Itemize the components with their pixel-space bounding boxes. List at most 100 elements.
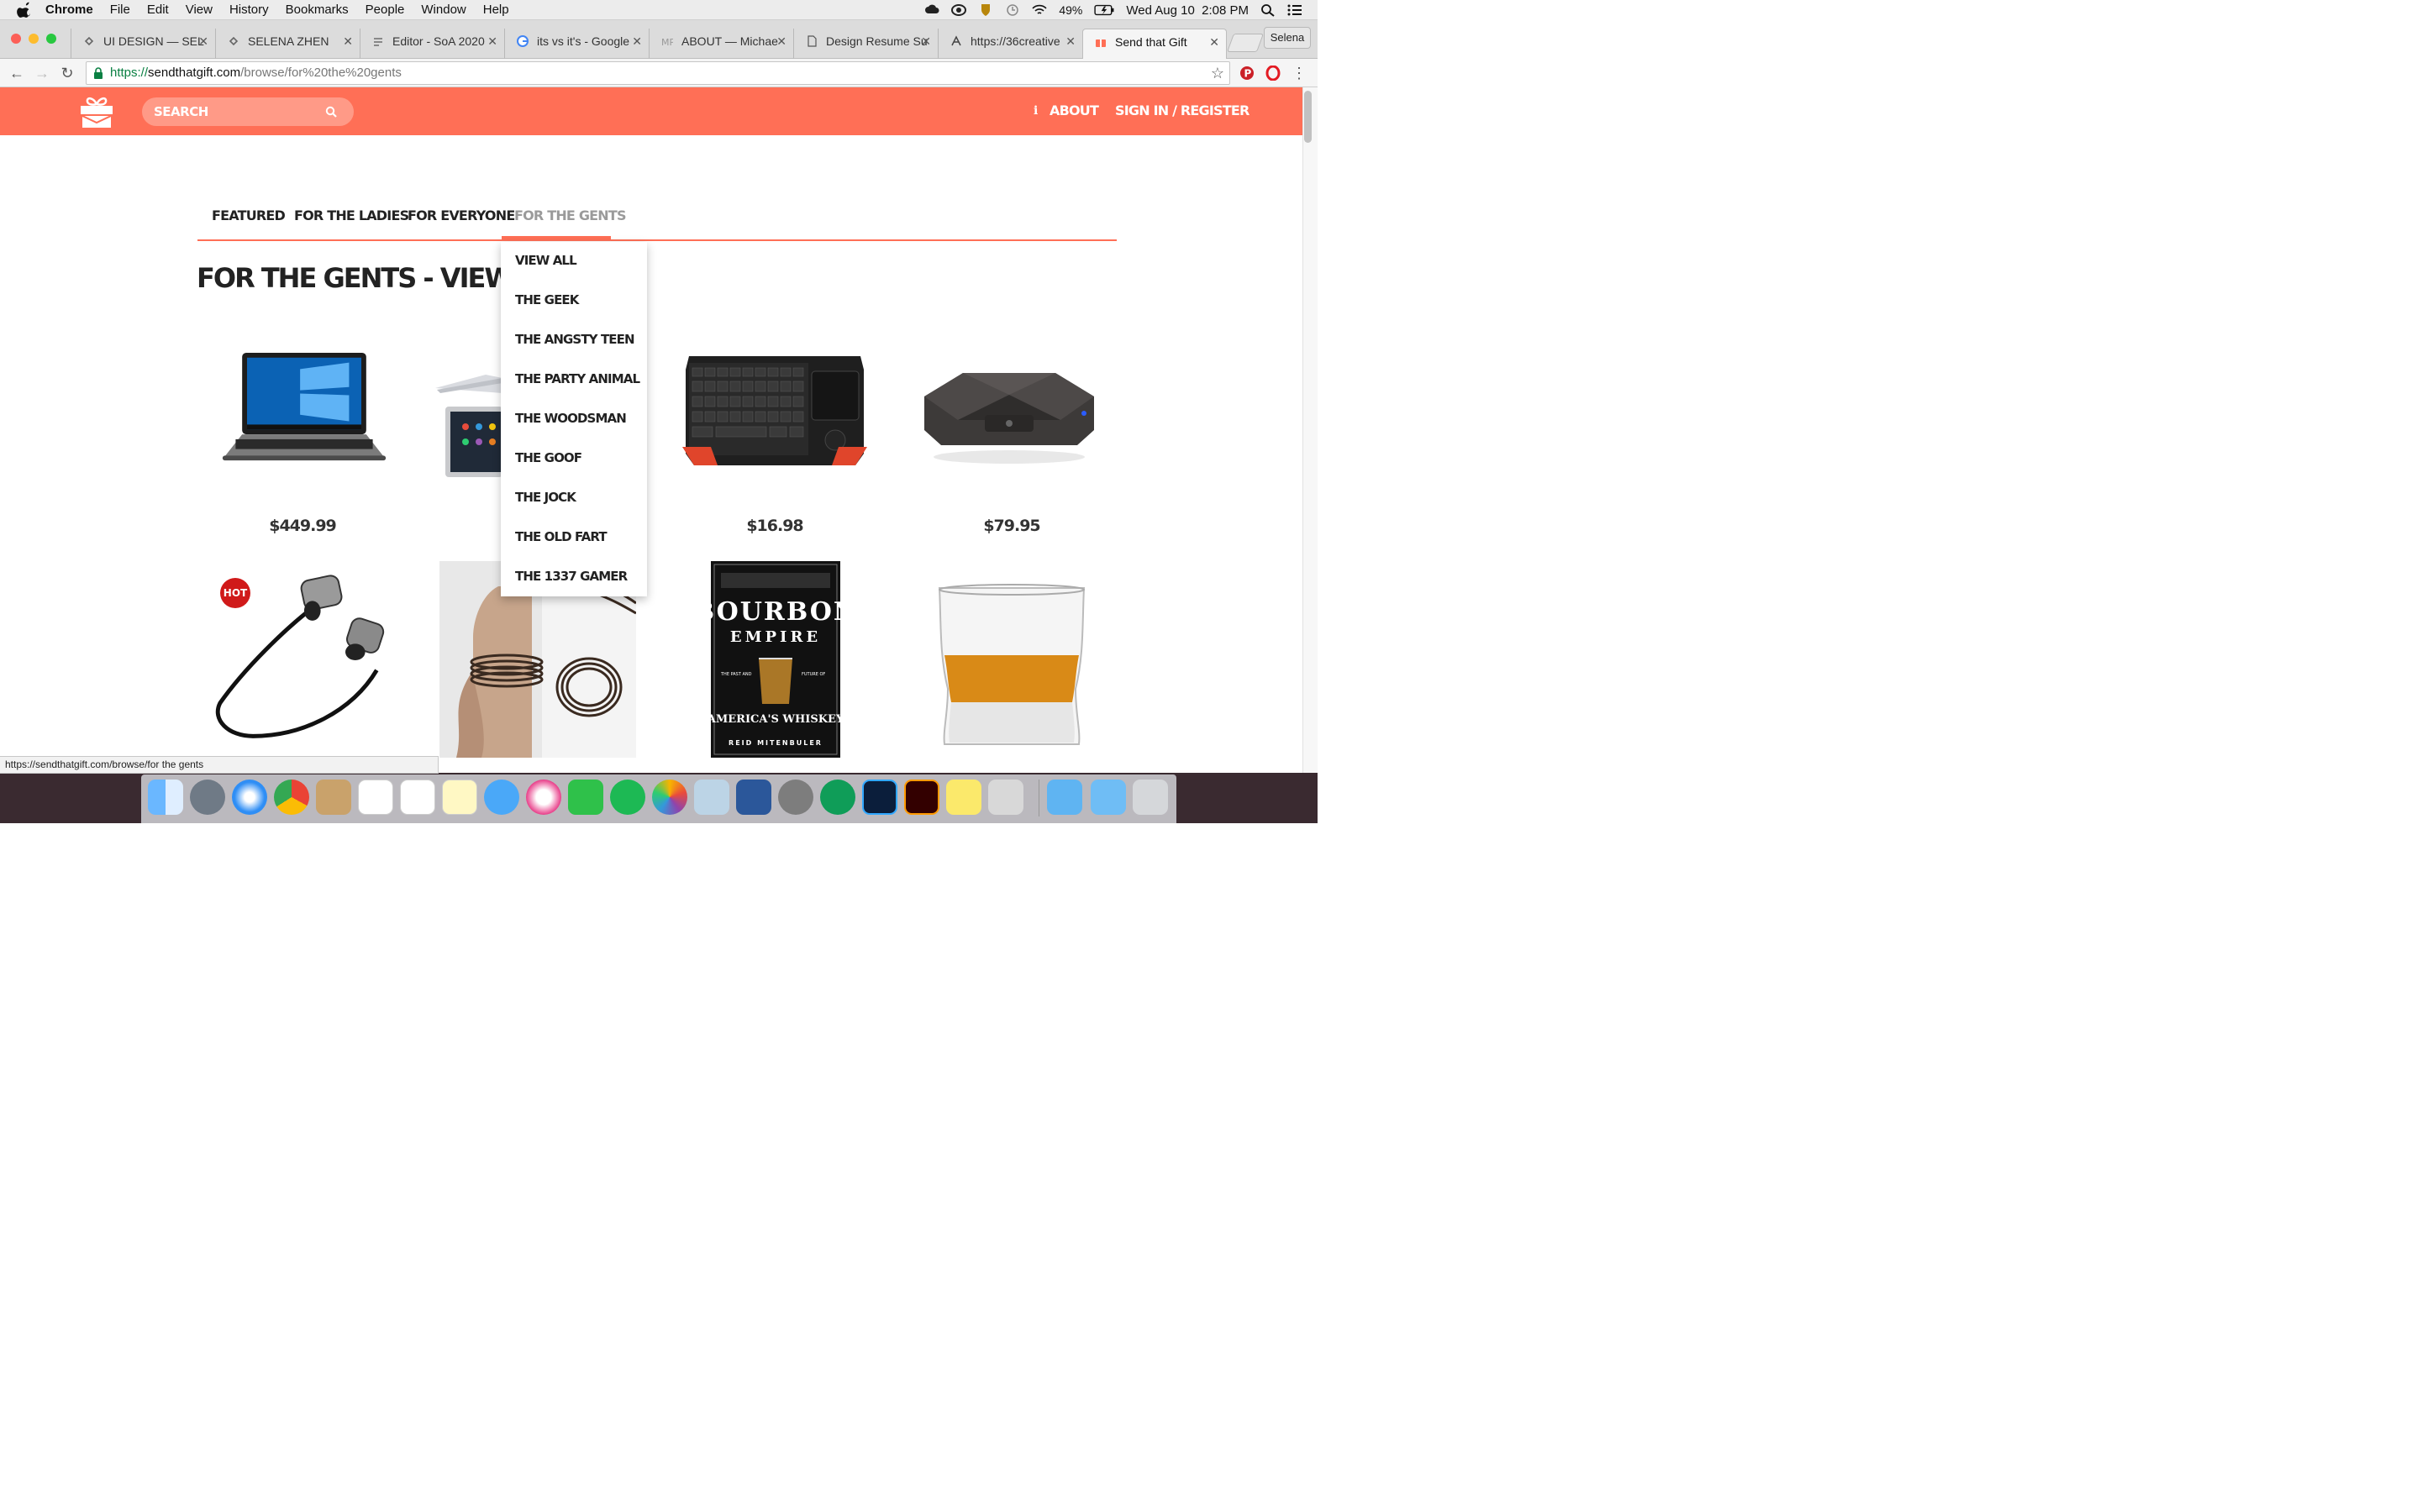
- about-link[interactable]: ABOUT: [1050, 102, 1099, 118]
- pinterest-icon[interactable]: P: [1239, 66, 1255, 81]
- reload-icon[interactable]: ↻: [59, 65, 76, 81]
- browser-tab[interactable]: Design Resume Su ✕: [793, 29, 938, 59]
- chrome-icon[interactable]: [274, 780, 309, 815]
- downloads-folder-icon[interactable]: [1047, 780, 1082, 815]
- opera-icon[interactable]: [1265, 66, 1281, 81]
- dropdown-item-the-goof[interactable]: THE GOOF: [515, 450, 582, 465]
- browser-tab[interactable]: https://36creative ✕: [938, 29, 1082, 59]
- screenshot-tool-icon[interactable]: [988, 780, 1023, 815]
- wifi-icon[interactable]: [1032, 3, 1047, 17]
- browser-tab[interactable]: UI DESIGN — SEL ✕: [71, 29, 215, 59]
- creative-cloud-icon[interactable]: [924, 3, 939, 17]
- facetime-icon[interactable]: [568, 780, 603, 815]
- word-icon[interactable]: [736, 780, 771, 815]
- tab-close-icon[interactable]: ✕: [1209, 29, 1219, 55]
- menu-people[interactable]: People: [366, 3, 405, 17]
- menu-app-name[interactable]: Chrome: [45, 3, 93, 17]
- dropdown-item-the-old-fart[interactable]: THE OLD FART: [515, 529, 608, 544]
- notes-icon[interactable]: [442, 780, 477, 815]
- menu-window[interactable]: Window: [421, 3, 466, 17]
- calendar-icon[interactable]: [358, 780, 393, 815]
- browser-tab[interactable]: Editor - SoA 2020 ✕: [360, 29, 504, 59]
- finder-icon[interactable]: [148, 780, 183, 815]
- menu-view[interactable]: View: [186, 3, 213, 17]
- zoom-window-button[interactable]: [46, 34, 56, 44]
- cc-sync-icon[interactable]: [951, 3, 967, 17]
- dropdown-item-the-woodsman[interactable]: THE WOODSMAN: [515, 411, 627, 426]
- time-machine-icon[interactable]: [1005, 3, 1020, 17]
- launchpad-icon[interactable]: [190, 780, 225, 815]
- back-icon[interactable]: ←: [8, 65, 25, 81]
- tab-close-icon[interactable]: ✕: [1065, 29, 1076, 54]
- shield-icon[interactable]: [978, 3, 993, 17]
- search-input[interactable]: [154, 102, 322, 121]
- tab-close-icon[interactable]: ✕: [632, 29, 642, 54]
- contacts-icon[interactable]: [316, 780, 351, 815]
- chrome-menu-icon[interactable]: ⋮: [1291, 65, 1307, 81]
- gift-logo-icon[interactable]: [80, 96, 113, 129]
- spotify-icon[interactable]: [610, 780, 645, 815]
- dropdown-item-the-1337-gamer[interactable]: THE 1337 GAMER: [515, 569, 628, 584]
- profile-button[interactable]: Selena: [1264, 27, 1311, 49]
- hangouts-icon[interactable]: [820, 780, 855, 815]
- speaker-image[interactable]: [923, 366, 1096, 467]
- new-tab-button[interactable]: [1226, 34, 1265, 52]
- stickies-icon[interactable]: [946, 780, 981, 815]
- photoshop-icon[interactable]: [862, 780, 897, 815]
- scrollbar-thumb[interactable]: [1304, 91, 1312, 143]
- tab-title: UI DESIGN — SEL: [103, 34, 204, 48]
- system-preferences-icon[interactable]: [778, 780, 813, 815]
- dropdown-item-the-jock[interactable]: THE JOCK: [515, 490, 576, 505]
- apple-icon[interactable]: [17, 2, 34, 18]
- dropdown-item-the-geek[interactable]: THE GEEK: [515, 292, 579, 307]
- tab-close-icon[interactable]: ✕: [921, 29, 931, 54]
- tab-close-icon[interactable]: ✕: [487, 29, 497, 54]
- trash-icon[interactable]: [1133, 780, 1168, 815]
- photos-icon[interactable]: [652, 780, 687, 815]
- mini-keyboard-image[interactable]: [677, 353, 872, 470]
- dropdown-item-view-all[interactable]: VIEW ALL: [515, 253, 577, 268]
- documents-folder-icon[interactable]: [1091, 780, 1126, 815]
- menu-file[interactable]: File: [110, 3, 130, 17]
- browser-tab[interactable]: MP ABOUT — Michae ✕: [649, 29, 793, 59]
- bluetooth-earbuds-image[interactable]: [208, 571, 393, 753]
- illustrator-icon[interactable]: [904, 780, 939, 815]
- menu-clock[interactable]: Wed Aug 10 2:08 PM: [1126, 3, 1249, 18]
- itunes-icon[interactable]: [526, 780, 561, 815]
- browser-tab-active[interactable]: Send that Gift ✕: [1082, 29, 1227, 59]
- tab-for-the-ladies[interactable]: FOR THE LADIES: [294, 205, 409, 239]
- search-icon[interactable]: [325, 106, 337, 118]
- bourbon-empire-book-image[interactable]: BOURBON EMPIRE THE PAST AND FUTURE OF AM…: [711, 561, 840, 758]
- page-scrollbar[interactable]: [1302, 87, 1318, 773]
- tab-for-the-gents[interactable]: FOR THE GENTS: [514, 205, 627, 239]
- whiskey-glass-image[interactable]: [936, 583, 1087, 751]
- notification-center-icon[interactable]: [1287, 3, 1302, 17]
- sign-in-register-link[interactable]: SIGN IN / REGISTER: [1115, 102, 1249, 118]
- safari-icon[interactable]: [232, 780, 267, 815]
- messages-icon[interactable]: [484, 780, 519, 815]
- address-bar[interactable]: https://sendthatgift.com/browse/for%20th…: [86, 61, 1230, 85]
- dropdown-item-the-party-animal[interactable]: THE PARTY ANIMAL: [515, 371, 640, 386]
- forward-icon[interactable]: →: [34, 65, 50, 81]
- menu-edit[interactable]: Edit: [147, 3, 169, 17]
- close-window-button[interactable]: [11, 34, 21, 44]
- convertible-laptop-image[interactable]: [435, 370, 502, 487]
- tab-featured[interactable]: FEATURED: [212, 205, 286, 239]
- menu-help[interactable]: Help: [483, 3, 509, 17]
- launchpad-grid-icon[interactable]: [400, 780, 435, 815]
- spotlight-icon[interactable]: [1260, 3, 1276, 17]
- minimize-window-button[interactable]: [29, 34, 39, 44]
- dropdown-item-the-angsty-teen[interactable]: THE ANGSTY TEEN: [515, 332, 635, 347]
- tab-close-icon[interactable]: ✕: [776, 29, 786, 54]
- battery-icon[interactable]: [1094, 3, 1114, 17]
- menu-bookmarks[interactable]: Bookmarks: [286, 3, 349, 17]
- menu-history[interactable]: History: [229, 3, 269, 17]
- laptop-image[interactable]: [220, 351, 388, 465]
- browser-tab[interactable]: its vs it's - Google ✕: [504, 29, 649, 59]
- tab-close-icon[interactable]: ✕: [343, 29, 353, 54]
- tab-for-everyone[interactable]: FOR EVERYONE: [408, 205, 515, 239]
- tab-close-icon[interactable]: ✕: [198, 29, 208, 54]
- browser-tab[interactable]: SELENA ZHEN ✕: [215, 29, 360, 59]
- preview-icon[interactable]: [694, 780, 729, 815]
- bookmark-star-icon[interactable]: ☆: [1211, 62, 1224, 84]
